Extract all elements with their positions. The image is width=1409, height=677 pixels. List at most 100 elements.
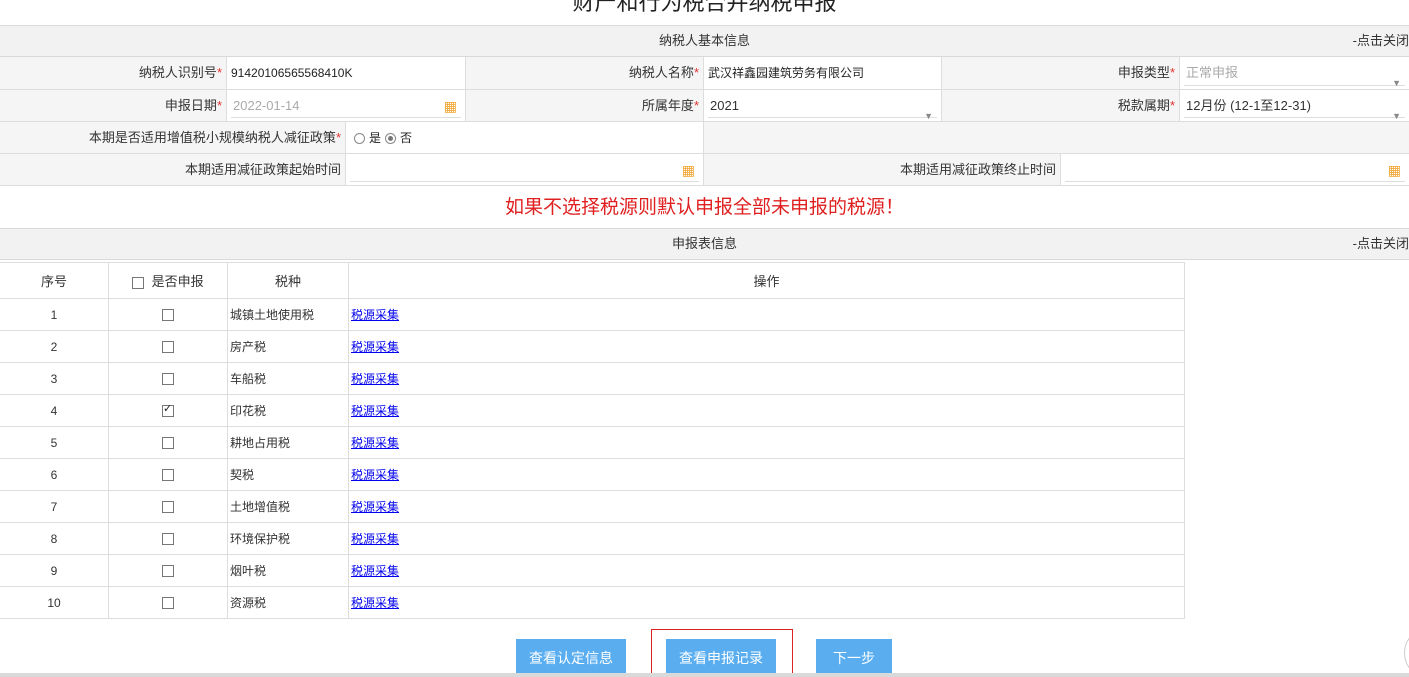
row-number: 7 <box>0 490 109 523</box>
table-row: 7 土地增值税 税源采集 <box>0 490 1185 523</box>
declare-checkbox[interactable] <box>162 565 174 578</box>
op-cell: 税源采集 <box>348 490 1185 523</box>
table-header-row: 序号 是否申报 税种 操作 <box>0 262 1185 299</box>
report-info-collapse-toggle[interactable]: -点击关闭 <box>1353 229 1409 259</box>
filing-date-label: 申报日期* <box>0 90 227 121</box>
basic-info-collapse-toggle[interactable]: -点击关闭 <box>1353 26 1409 56</box>
declare-checkbox[interactable] <box>162 533 174 546</box>
row-3-filler <box>704 122 1409 153</box>
declare-checkbox[interactable] <box>162 309 174 322</box>
side-handle[interactable] <box>1404 632 1409 674</box>
table-row: 2 房产税 税源采集 <box>0 330 1185 363</box>
start-time-input[interactable]: ▦ <box>346 154 704 185</box>
row-number: 8 <box>0 522 109 555</box>
declare-cell <box>108 586 228 619</box>
declare-cell <box>108 330 228 363</box>
tax-name: 耕地占用税 <box>227 426 349 459</box>
declare-cell <box>108 394 228 427</box>
table-row: 1 城镇土地使用税 税源采集 <box>0 298 1185 331</box>
warning-message: 如果不选择税源则默认申报全部未申报的税源！ <box>504 197 904 218</box>
tax-name: 土地增值税 <box>227 490 349 523</box>
basic-row-4: 本期适用减征政策起始时间 ▦ 本期适用减征政策终止时间 ▦ <box>0 154 1409 186</box>
period-select[interactable]: 12月份 (12-1至12-31) ▼ <box>1180 90 1409 121</box>
end-time-label: 本期适用减征政策终止时间 <box>704 154 1061 185</box>
declare-cell <box>108 522 228 555</box>
col-op-header: 操作 <box>348 262 1185 299</box>
end-time-input[interactable]: ▦ <box>1061 154 1409 185</box>
policy-no-radio[interactable] <box>385 133 397 145</box>
table-row: 4 印花税税源采集 <box>0 394 1185 427</box>
tax-name: 资源税 <box>227 586 349 619</box>
period-field[interactable]: 12月份 (12-1至12-31) <box>1184 93 1405 118</box>
basic-row-3: 本期是否适用增值税小规模纳税人减征政策* 是否 <box>0 122 1409 154</box>
table-row: 10 资源税 税源采集 <box>0 586 1185 619</box>
col-tax-header: 税种 <box>227 262 349 299</box>
collect-source-link[interactable]: 税源采集 <box>351 564 399 578</box>
declare-checkbox[interactable] <box>162 373 174 386</box>
op-cell: 税源采集 <box>348 554 1185 587</box>
tax-name: 契税 <box>227 458 349 491</box>
declare-checkbox[interactable] <box>162 341 174 354</box>
op-cell: 税源采集 <box>348 394 1185 427</box>
collect-source-link[interactable]: 税源采集 <box>351 372 399 386</box>
declare-checkbox[interactable] <box>162 469 174 482</box>
start-time-field[interactable] <box>350 157 699 182</box>
select-all-checkbox[interactable] <box>132 276 145 289</box>
declare-cell <box>108 426 228 459</box>
taxpayer-name-label: 纳税人名称* <box>466 57 704 89</box>
filing-date-field[interactable]: 2022-01-14 <box>231 93 461 118</box>
declare-checkbox[interactable] <box>162 501 174 514</box>
op-cell: 税源采集 <box>348 426 1185 459</box>
basic-row-1: 纳税人识别号* 91420106565568410K 纳税人名称* 武汉祥鑫园建… <box>0 57 1409 90</box>
table-row: 3 车船税 税源采集 <box>0 362 1185 395</box>
year-select[interactable]: 2021 ▼ <box>704 90 942 121</box>
basic-info-header: 纳税人基本信息 -点击关闭 <box>0 25 1409 57</box>
view-cert-button[interactable]: 查看认定信息 <box>516 639 626 677</box>
taxpayer-id-value: 91420106565568410K <box>227 57 466 89</box>
taxpayer-id-label: 纳税人识别号* <box>0 57 227 89</box>
collect-source-link[interactable]: 税源采集 <box>351 596 399 610</box>
policy-no-label: 否 <box>400 131 413 145</box>
row-number: 2 <box>0 330 109 363</box>
collect-source-link[interactable]: 税源采集 <box>351 500 399 514</box>
year-field[interactable]: 2021 <box>708 93 937 118</box>
calendar-icon[interactable]: ▦ <box>1388 162 1401 178</box>
taxpayer-name-value: 武汉祥鑫园建筑劳务有限公司 <box>704 57 942 89</box>
tax-name: 车船税 <box>227 362 349 395</box>
next-step-button[interactable]: 下一步 <box>816 639 892 677</box>
basic-info-title: 纳税人基本信息 <box>658 33 750 48</box>
row-number: 9 <box>0 554 109 587</box>
collect-source-link[interactable]: 税源采集 <box>351 404 399 418</box>
calendar-icon[interactable]: ▦ <box>682 162 695 178</box>
declare-cell <box>108 490 228 523</box>
op-cell: 税源采集 <box>348 586 1185 619</box>
declare-checkbox[interactable] <box>162 402 174 418</box>
calendar-icon[interactable]: ▦ <box>444 98 457 114</box>
tax-name: 环境保护税 <box>227 522 349 555</box>
policy-yes-radio[interactable] <box>354 133 365 145</box>
tax-name: 烟叶税 <box>227 554 349 587</box>
filing-type-select[interactable]: 正常申报 ▼ <box>1180 57 1409 89</box>
collect-source-link[interactable]: 税源采集 <box>351 340 399 354</box>
collect-source-link[interactable]: 税源采集 <box>351 468 399 482</box>
table-row: 6 契税 税源采集 <box>0 458 1185 491</box>
declare-cell <box>108 298 228 331</box>
declare-cell <box>108 458 228 491</box>
collect-source-link[interactable]: 税源采集 <box>351 532 399 546</box>
row-number: 4 <box>0 394 109 427</box>
end-time-field[interactable] <box>1065 157 1405 182</box>
view-records-button[interactable]: 查看申报记录 <box>666 639 776 677</box>
collect-source-link[interactable]: 税源采集 <box>351 436 399 450</box>
tax-name: 房产税 <box>227 330 349 363</box>
op-cell: 税源采集 <box>348 458 1185 491</box>
declare-checkbox[interactable] <box>162 597 174 610</box>
table-row: 9 烟叶税 税源采集 <box>0 554 1185 587</box>
filing-type-field[interactable]: 正常申报 <box>1184 60 1405 86</box>
collect-source-link[interactable]: 税源采集 <box>351 308 399 322</box>
policy-yes-label: 是 <box>369 131 382 145</box>
report-info-title: 申报表信息 <box>671 236 737 251</box>
declare-checkbox[interactable] <box>162 437 174 450</box>
declare-cell <box>108 362 228 395</box>
start-time-label: 本期适用减征政策起始时间 <box>0 154 346 185</box>
filing-date-input[interactable]: 2022-01-14 ▦ <box>227 90 466 121</box>
